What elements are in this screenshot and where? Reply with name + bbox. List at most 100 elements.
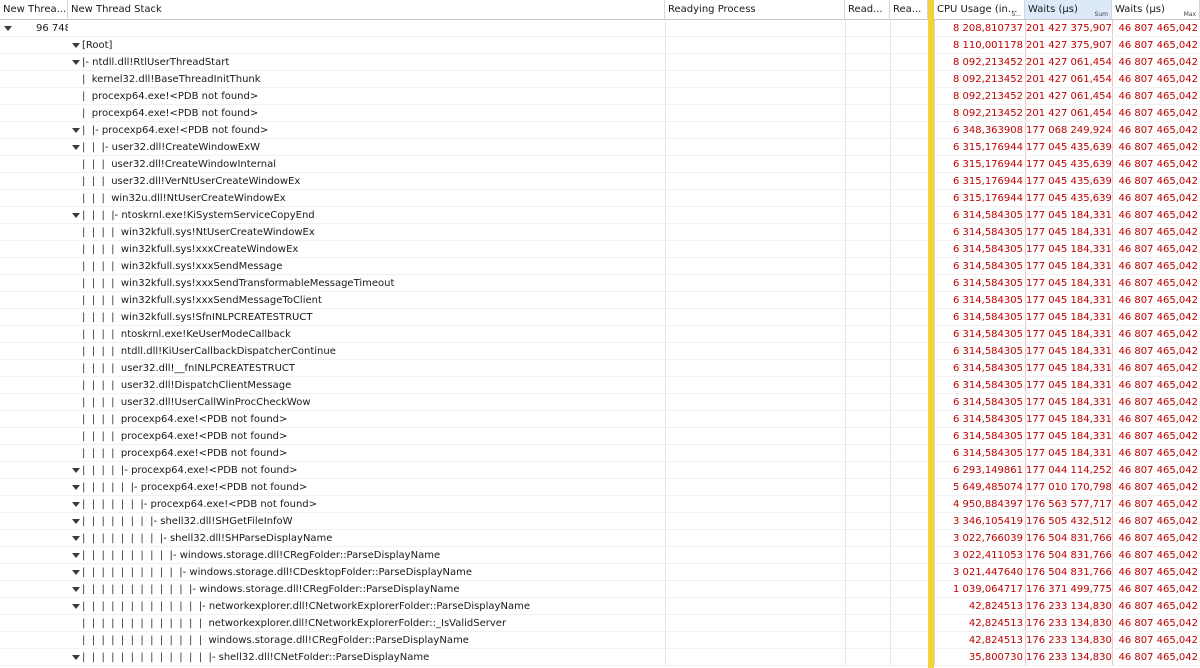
expand-arrow-icon[interactable] [72,535,80,541]
cpu-usage-value: 42,824513 [934,598,1025,614]
stack-row[interactable]: | | | | | | | | | | | | |- networkexplor… [0,598,1200,615]
pivot-divider-bar[interactable] [928,0,934,668]
cpu-usage-value: 6 315,176944 [934,190,1025,206]
tree-guide: | | | | [82,448,121,459]
stack-row[interactable]: | procexp64.exe!<PDB not found> 8 092,213… [0,105,1200,122]
stack-row[interactable]: | | | | win32kfull.sys!xxxSendMessageToC… [0,292,1200,309]
stack-frame-label: windows.storage.dll!CRegFolder::ParseDis… [199,584,460,595]
expand-arrow-icon[interactable] [72,42,80,48]
stack-row[interactable]: | | | | ntdll.dll!KiUserCallbackDispatch… [0,343,1200,360]
cpu-usage-value: 6 314,584305 [934,394,1025,410]
expand-arrow-icon[interactable] [4,26,12,31]
stack-row[interactable]: | | | | | | | | |- shell32.dll!SHParseDi… [0,530,1200,547]
expand-arrow-icon[interactable] [72,212,80,218]
waits-max-value: 46 807 465,042 [1112,411,1200,427]
stack-row[interactable]: | | | | procexp64.exe!<PDB not found> 6 3… [0,411,1200,428]
stack-row[interactable]: | | | | procexp64.exe!<PDB not found> 6 3… [0,428,1200,445]
stack-row[interactable]: | | | | ntoskrnl.exe!KeUserModeCallback 6… [0,326,1200,343]
stack-row[interactable]: | | | | win32kfull.sys!xxxCreateWindowEx… [0,241,1200,258]
stack-cell: | | | | | | | | |- shell32.dll!SHParseDi… [68,530,665,546]
stack-row[interactable]: | | | | | | | | | | | |- windows.storage… [0,581,1200,598]
column-header-readying-2[interactable]: Rea... [890,0,928,19]
readying-cell [665,598,845,614]
expand-arrow-icon[interactable] [72,586,80,592]
expand-arrow-icon[interactable] [72,501,80,507]
waits-max-value: 46 807 465,042 [1112,530,1200,546]
thread-cell [0,479,68,495]
stack-row[interactable]: | | | | | | | |- shell32.dll!SHGetFileIn… [0,513,1200,530]
thread-cell [0,445,68,461]
tree-guide: | [82,74,92,85]
waits-sum-value: 177 044 114,252 [1025,462,1112,478]
column-header-cpu-usage[interactable]: CPU Usage (in... S... [934,0,1025,19]
stack-row[interactable]: | | | | win32kfull.sys!NtUserCreateWindo… [0,224,1200,241]
expand-arrow-icon[interactable] [72,127,80,133]
stack-cell: | | | | win32kfull.sys!xxxCreateWindowEx [68,241,665,257]
stack-row[interactable]: | | | |- ntoskrnl.exe!KiSystemServiceCop… [0,207,1200,224]
waits-max-value: 46 807 465,042 [1112,20,1200,36]
stack-row[interactable]: | | | | win32kfull.sys!xxxSendTransforma… [0,275,1200,292]
stack-row[interactable]: [Root] 8 110,001178 201 427 375,907 46 807 … [0,37,1200,54]
thread-cell [0,462,68,478]
stack-row[interactable]: | procexp64.exe!<PDB not found> 8 092,213… [0,88,1200,105]
expand-arrow-icon[interactable] [72,518,80,524]
stack-row[interactable]: | | | | | | | | | | | | | |- shell32.dll… [0,649,1200,666]
readying-cell-1 [845,309,890,325]
readying-cell [665,309,845,325]
thread-row[interactable]: 96 748 8 208,810737 201 427 375,907 46 8… [0,20,1200,37]
stack-row[interactable]: | | | | | | | | | | |- windows.storage.d… [0,564,1200,581]
tree-guide: | | | | [82,244,121,255]
expand-arrow-icon[interactable] [72,654,80,660]
waits-max-value: 46 807 465,042 [1112,190,1200,206]
thread-cell [0,122,68,138]
thread-cell [0,377,68,393]
expand-arrow-icon[interactable] [72,569,80,575]
readying-cell-2 [890,649,928,665]
stack-row[interactable]: | | | | user32.dll!DispatchClientMessage… [0,377,1200,394]
stack-row[interactable]: | | | | | | | | | | | | | windows.storag… [0,632,1200,649]
stack-cell: | | | | win32kfull.sys!xxxSendMessageToC… [68,292,665,308]
stack-row[interactable]: | | | | user32.dll!UserCallWinProcCheckW… [0,394,1200,411]
stack-row[interactable]: | | | | |- procexp64.exe!<PDB not found>… [0,462,1200,479]
readying-cell-1 [845,530,890,546]
expand-arrow-icon[interactable] [72,467,80,473]
expand-arrow-icon[interactable] [72,552,80,558]
stack-row[interactable]: | kernel32.dll!BaseThreadInitThunk 8 092,… [0,71,1200,88]
expand-arrow-icon[interactable] [72,484,80,490]
stack-row[interactable]: | | | | user32.dll!__fnINLPCREATESTRUCT 6… [0,360,1200,377]
column-header-waits-sum[interactable]: Waits (µs) Sum [1025,0,1112,19]
stack-row[interactable]: |- ntdll.dll!RtlUserThreadStart 8 092,213… [0,54,1200,71]
stack-row[interactable]: | | | | | | |- procexp64.exe!<PDB not fo… [0,496,1200,513]
stack-row[interactable]: | | | user32.dll!VerNtUserCreateWindowEx… [0,173,1200,190]
stack-row[interactable]: | | | | procexp64.exe!<PDB not found> 6 3… [0,445,1200,462]
stack-row[interactable]: | | | | | | | | | |- windows.storage.dll… [0,547,1200,564]
stack-row[interactable]: | | | | | | | | | | | | | networkexplore… [0,615,1200,632]
waits-max-value: 46 807 465,042 [1112,462,1200,478]
column-header-waits-max[interactable]: Waits (µs) Max [1112,0,1200,19]
column-header-readying-process[interactable]: Readying Process [665,0,845,19]
stack-row[interactable]: | | |- user32.dll!CreateWindowExW 6 315,1… [0,139,1200,156]
column-header-stack[interactable]: New Thread Stack [68,0,665,19]
stack-row[interactable]: | | | | win32kfull.sys!xxxSendMessage 6 3… [0,258,1200,275]
stack-row[interactable]: | | | | win32kfull.sys!SfnINLPCREATESTRU… [0,309,1200,326]
tree-branch-prefix: |- [198,601,209,612]
column-header-readying-1[interactable]: Read... [845,0,890,19]
readying-cell-1 [845,496,890,512]
waits-max-value: 46 807 465,042 [1112,54,1200,70]
column-header-thread[interactable]: New Threa... [0,0,68,19]
stack-frame-label: procexp64.exe!<PDB not found> [131,465,298,476]
expand-arrow-icon[interactable] [72,603,80,609]
stack-row[interactable]: | | | | | |- procexp64.exe!<PDB not foun… [0,479,1200,496]
stack-row[interactable]: | | | win32u.dll!NtUserCreateWindowEx 6 3… [0,190,1200,207]
column-header-label: Read... [848,4,883,15]
stack-row[interactable]: | | | user32.dll!CreateWindowInternal 6 3… [0,156,1200,173]
readying-cell-1 [845,190,890,206]
tree-guide: | | | | | [82,482,131,493]
stack-cell: |- ntdll.dll!RtlUserThreadStart [68,54,665,70]
expand-arrow-icon[interactable] [72,144,80,150]
waits-max-value: 46 807 465,042 [1112,479,1200,495]
cpu-usage-value: 42,824513 [934,632,1025,648]
stack-row[interactable]: | |- procexp64.exe!<PDB not found> 6 348,… [0,122,1200,139]
waits-max-value: 46 807 465,042 [1112,598,1200,614]
expand-arrow-icon[interactable] [72,59,80,65]
